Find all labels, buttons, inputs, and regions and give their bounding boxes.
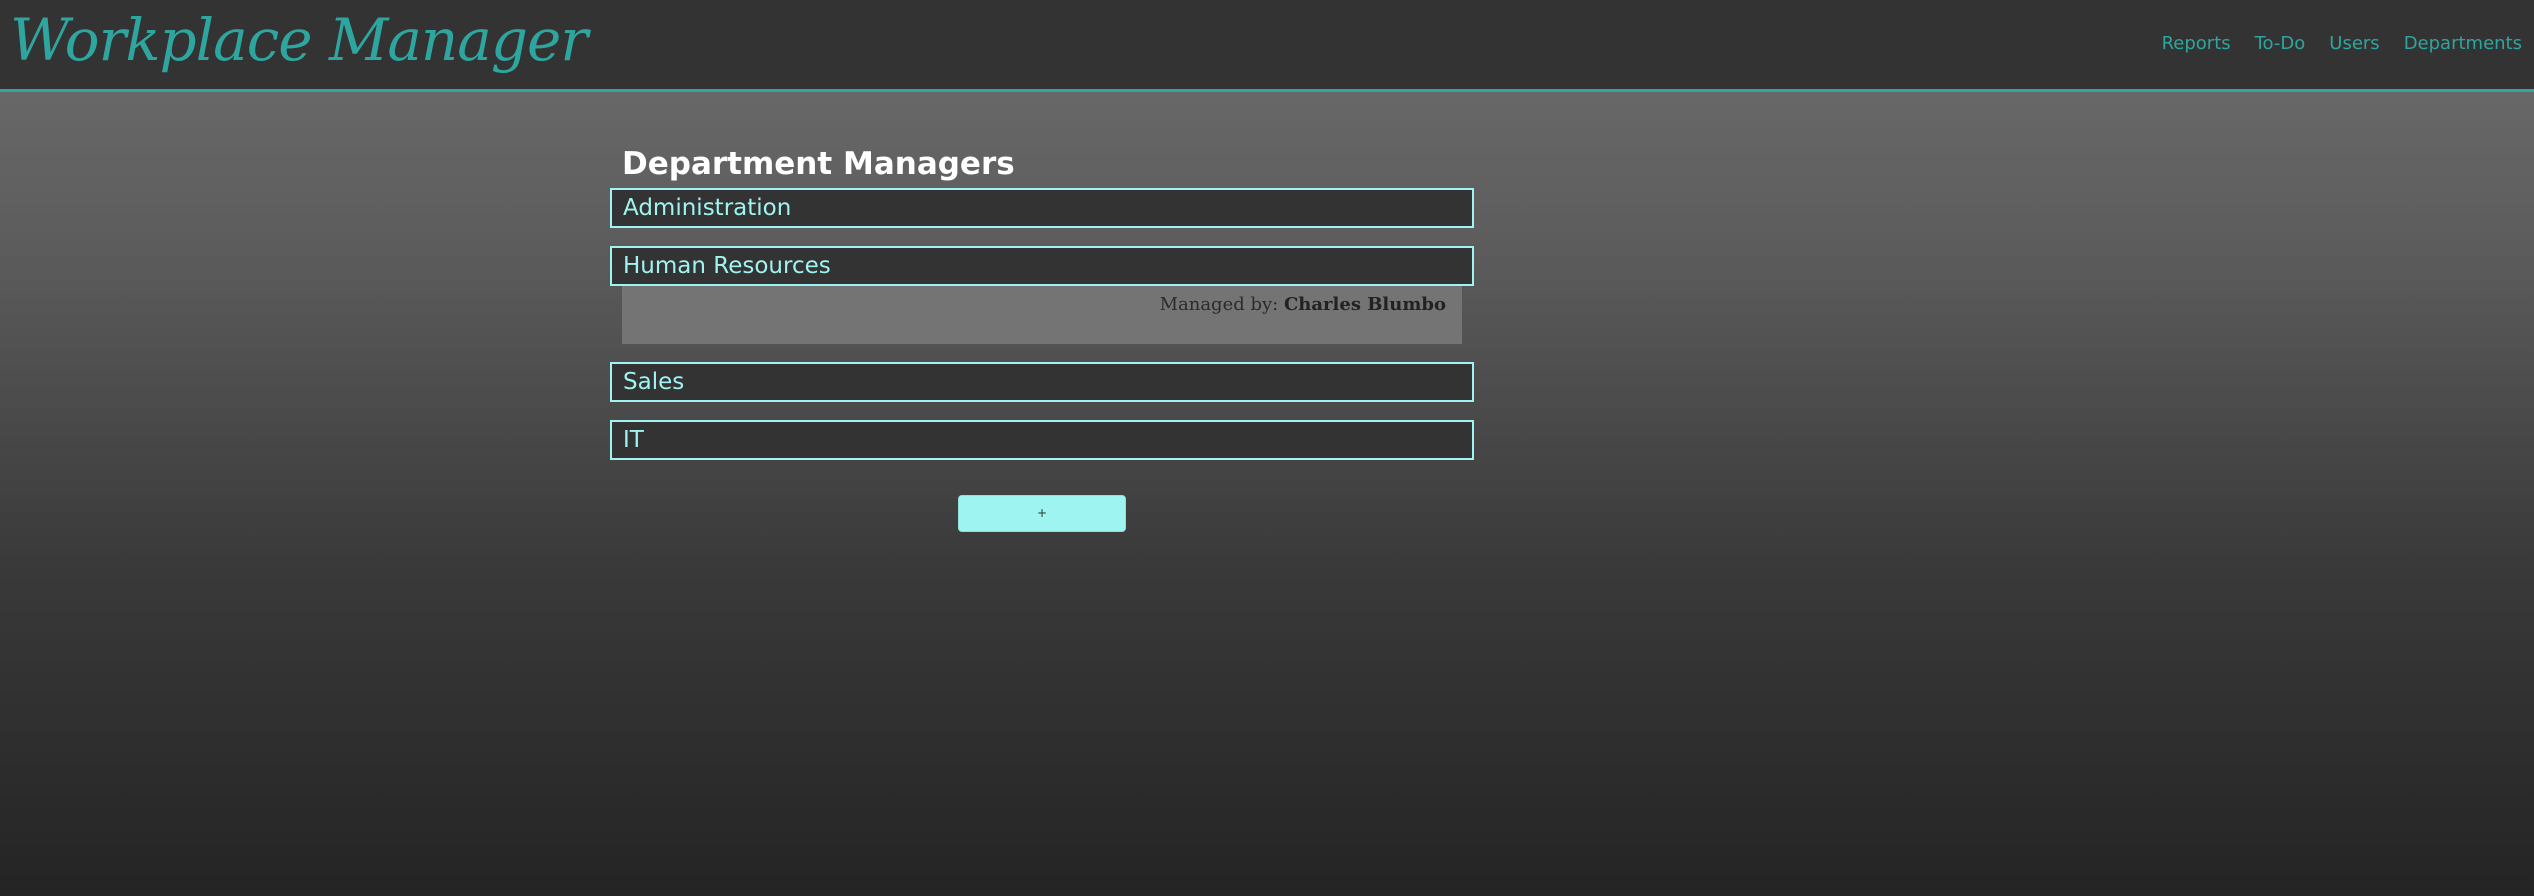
main-nav: Reports To-Do Users Departments: [2162, 33, 2534, 54]
department-header-human-resources[interactable]: Human Resources: [610, 246, 1474, 286]
nav-link-reports[interactable]: Reports: [2162, 33, 2231, 54]
page-title: Department Managers: [622, 146, 1015, 182]
department-header-it[interactable]: IT: [610, 420, 1474, 460]
managed-by-text: Managed by: Charles Blumbo: [1160, 294, 1446, 315]
nav-link-users[interactable]: Users: [2329, 33, 2379, 54]
top-header: Workplace Manager Reports To-Do Users De…: [0, 0, 2534, 92]
app-title[interactable]: Workplace Manager: [10, 6, 588, 74]
department-human-resources: Human Resources Managed by: Charles Blum…: [610, 246, 1474, 344]
department-sales: Sales: [610, 362, 1474, 402]
department-details-panel: Managed by: Charles Blumbo: [622, 286, 1462, 344]
department-header-sales[interactable]: Sales: [610, 362, 1474, 402]
add-department-button[interactable]: +: [958, 495, 1126, 532]
department-administration: Administration: [610, 188, 1474, 228]
nav-link-departments[interactable]: Departments: [2404, 33, 2522, 54]
manager-name: Charles Blumbo: [1283, 294, 1446, 315]
managed-by-label: Managed by:: [1159, 294, 1279, 315]
department-header-administration[interactable]: Administration: [610, 188, 1474, 228]
nav-link-todo[interactable]: To-Do: [2255, 33, 2306, 54]
department-it: IT: [610, 420, 1474, 460]
department-managers-section: Department Managers Administration Human…: [610, 144, 1474, 478]
